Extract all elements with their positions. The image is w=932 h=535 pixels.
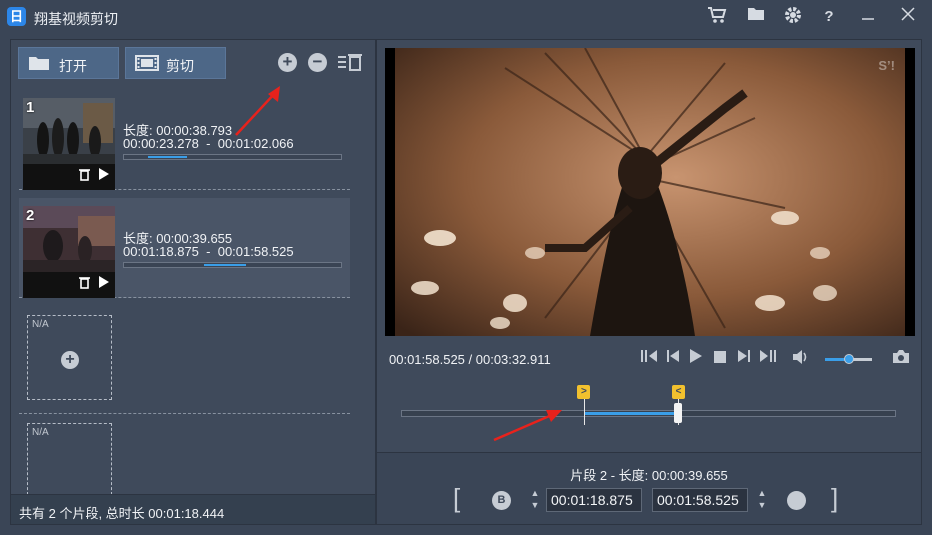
title-bar: 日 翔基视频剪切 ? <box>0 0 932 34</box>
clip-range: 00:00:23.278 - 00:01:02.066 <box>123 136 294 151</box>
clip-start-time: 00:01:18.875 <box>123 244 199 259</box>
clip-progress-bar <box>123 262 342 268</box>
clip-progress-fill <box>147 156 187 158</box>
stop-icon[interactable] <box>710 349 730 369</box>
video-preview[interactable]: S’! <box>385 48 915 336</box>
delete-clip-icon[interactable] <box>79 168 90 184</box>
clip-progress-bar <box>123 154 342 160</box>
volume-slider[interactable] <box>825 354 872 364</box>
playhead-knob[interactable] <box>674 403 683 423</box>
video-frame-image <box>395 48 905 336</box>
start-marker-flag[interactable]: > <box>577 385 591 399</box>
set-start-bracket-icon[interactable]: [ <box>453 485 460 511</box>
cut-button[interactable]: 剪切 <box>125 47 226 79</box>
current-time: 00:01:58.525 <box>389 352 465 367</box>
na-label: N/A <box>32 427 49 438</box>
volume-icon[interactable] <box>791 349 811 369</box>
start-time-input[interactable] <box>546 488 642 512</box>
time-separator: / <box>464 352 476 367</box>
empty-slot-box[interactable]: N/A + <box>27 315 112 400</box>
play-clip-icon[interactable] <box>98 276 109 291</box>
folder-icon[interactable] <box>745 6 767 28</box>
app-title: 翔基视频剪切 <box>34 11 118 27</box>
clip-end-time: 00:01:58.525 <box>217 244 294 259</box>
start-marker-line <box>584 399 586 425</box>
remove-clip-icon[interactable]: − <box>308 53 327 72</box>
clip-range-separator: - <box>206 136 211 151</box>
clip-list-panel: 打开 剪切 + − 1 长度: 00:00:38.793 00:00:23.27… <box>10 39 376 525</box>
cart-icon[interactable] <box>706 6 728 28</box>
total-time: 00:03:32.911 <box>475 352 551 367</box>
na-label: N/A <box>32 319 49 330</box>
summary-text: 共有 2 个片段, 总时长 00:01:18.444 <box>19 506 225 521</box>
play-icon[interactable] <box>686 349 706 369</box>
add-clip-icon[interactable]: + <box>278 53 297 72</box>
segment-editor: 片段 2 - 长度: 00:00:39.655 [ B ▲▼ ▲▼ ] <box>377 452 921 524</box>
open-button-label: 打开 <box>59 58 87 74</box>
clip-range-separator: - <box>206 244 211 259</box>
volume-knob[interactable] <box>843 354 854 364</box>
help-icon[interactable]: ? <box>818 6 840 28</box>
empty-clip-slot[interactable]: N/A + <box>19 307 350 414</box>
app-logo-icon: 日 <box>7 7 26 26</box>
folder-icon <box>28 55 50 74</box>
previous-frame-icon[interactable] <box>663 349 683 369</box>
clip-index: 1 <box>26 99 35 116</box>
film-icon <box>135 55 159 74</box>
delete-clip-icon[interactable] <box>79 276 90 292</box>
summary-bar: 共有 2 个片段, 总时长 00:01:18.444 <box>11 494 375 524</box>
timeline-selection <box>584 412 679 415</box>
clip-start-time: 00:00:23.278 <box>123 136 199 151</box>
clip-thumbnail: 2 <box>23 206 115 298</box>
cut-segment-icon[interactable] <box>787 491 806 510</box>
gear-icon[interactable] <box>782 6 804 28</box>
clip-range: 00:01:18.875 - 00:01:58.525 <box>123 244 294 259</box>
clip-thumbnail: 1 <box>23 98 115 190</box>
clip-end-time: 00:01:02.066 <box>217 136 294 151</box>
set-end-bracket-icon[interactable]: ] <box>831 485 838 511</box>
clip-progress-fill <box>204 264 246 266</box>
start-time-spinner[interactable]: ▲ ▼ <box>527 487 543 513</box>
time-readout: 00:01:58.525 / 00:03:32.911 <box>389 352 551 367</box>
add-clip-icon[interactable]: + <box>61 351 79 369</box>
preview-panel: S’! 00:01:58.525 / 00:03:32.911 > < 片段 2… <box>376 39 922 525</box>
play-clip-icon[interactable] <box>98 168 109 183</box>
clip-item-2[interactable]: 2 长度: 00:00:39.655 00:01:18.875 - 00:01:… <box>19 198 350 298</box>
skip-to-start-icon[interactable] <box>639 349 659 369</box>
end-time-input[interactable] <box>652 488 748 512</box>
clip-index: 2 <box>26 207 35 224</box>
end-marker-flag[interactable]: < <box>672 385 686 399</box>
snapshot-camera-icon[interactable] <box>891 349 911 369</box>
segment-info: 片段 2 - 长度: 00:00:39.655 <box>570 468 728 483</box>
clip-item-1[interactable]: 1 长度: 00:00:38.793 00:00:23.278 - 00:01:… <box>19 90 350 190</box>
b-marker-icon[interactable]: B <box>492 491 511 510</box>
next-frame-icon[interactable] <box>734 349 754 369</box>
clear-list-icon[interactable] <box>337 52 365 72</box>
minimize-icon[interactable] <box>857 6 879 28</box>
cut-button-label: 剪切 <box>166 58 194 74</box>
video-watermark: S’! <box>878 58 895 73</box>
end-time-spinner[interactable]: ▲ ▼ <box>754 487 770 513</box>
empty-clip-slot[interactable]: N/A <box>19 415 350 495</box>
timeline-track[interactable] <box>401 410 896 417</box>
open-button[interactable]: 打开 <box>18 47 119 79</box>
skip-to-end-icon[interactable] <box>758 349 778 369</box>
empty-slot-box[interactable]: N/A <box>27 423 112 495</box>
close-icon[interactable] <box>897 6 919 28</box>
